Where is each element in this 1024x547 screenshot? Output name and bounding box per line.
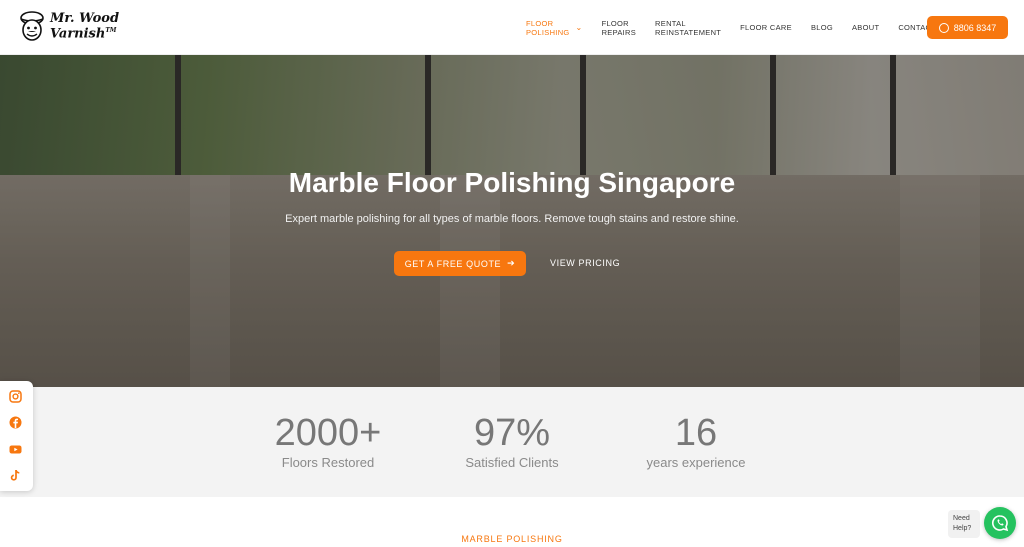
whatsapp-phone-button[interactable]: 8806 8347 — [927, 16, 1008, 39]
nav-item-label: FLOOR REPAIRS — [601, 18, 637, 37]
nav-blog[interactable]: BLOG — [811, 23, 833, 32]
trademark: TM — [105, 27, 117, 35]
stat-satisfied-clients: 97% Satisfied Clients — [422, 411, 602, 470]
get-free-quote-button[interactable]: GET A FREE QUOTE ➔ — [394, 251, 526, 276]
need-help-tooltip[interactable]: Need Help? — [948, 510, 980, 538]
hero-title: Marble Floor Polishing Singapore — [288, 167, 736, 198]
stat-years-experience: 16 years experience — [606, 411, 786, 470]
nav-item-label: BLOG — [810, 23, 833, 32]
whatsapp-icon — [992, 515, 1009, 532]
facebook-icon[interactable] — [9, 416, 22, 429]
youtube-icon[interactable] — [9, 443, 22, 456]
nav-floor-repairs[interactable]: FLOOR REPAIRS — [602, 19, 636, 37]
arrow-right-icon: ➔ — [507, 258, 516, 268]
stats-section: 2000+ Floors Restored 97% Satisfied Clie… — [0, 387, 1024, 497]
nav-floor-care[interactable]: FLOOR CARE — [740, 23, 792, 32]
whatsapp-icon — [938, 22, 949, 33]
section-eyebrow: MARBLE POLISHING — [461, 534, 563, 544]
whatsapp-chat-button[interactable] — [984, 507, 1016, 539]
nav-item-label: RENTAL REINSTATEMENT — [655, 18, 722, 37]
nav-rental-reinstatement[interactable]: RENTAL REINSTATEMENT — [655, 19, 721, 37]
nav-item-label: ABOUT — [851, 23, 880, 32]
hero-section: Marble Floor Polishing Singapore Expert … — [0, 55, 1024, 387]
need-help-line2: Help? — [953, 525, 972, 532]
chevron-down-icon: ⌄ — [575, 23, 583, 32]
stat-value: 2000+ — [274, 412, 382, 454]
main-nav: FLOOR POLISHING ⌄ FLOOR REPAIRS RENTAL R… — [526, 0, 968, 55]
stat-value: 16 — [674, 412, 718, 454]
brand-line2: Varnish — [50, 26, 106, 42]
stat-label: years experience — [646, 455, 746, 470]
brand-logo[interactable]: Mr. Wood VarnishTM — [18, 10, 119, 44]
mascot-icon — [18, 10, 46, 44]
nav-about[interactable]: ABOUT — [852, 23, 879, 32]
instagram-icon[interactable] — [9, 390, 22, 403]
stat-floors-restored: 2000+ Floors Restored — [238, 411, 418, 470]
site-header: Mr. Wood VarnishTM FLOOR POLISHING ⌄ FLO… — [0, 0, 1024, 55]
brand-line1: Mr. Wood — [50, 11, 120, 27]
stat-value: 97% — [473, 412, 551, 454]
quote-button-label: GET A FREE QUOTE — [404, 258, 502, 269]
nav-item-label: FLOOR CARE — [740, 23, 792, 32]
nav-floor-polishing[interactable]: FLOOR POLISHING ⌄ — [526, 19, 583, 37]
stat-label: Floors Restored — [281, 455, 375, 470]
phone-number: 8806 8347 — [953, 22, 997, 33]
hero-subtitle: Expert marble polishing for all types of… — [285, 213, 739, 225]
stat-label: Satisfied Clients — [465, 455, 559, 470]
brand-name: Mr. Wood VarnishTM — [50, 11, 120, 42]
view-pricing-link[interactable]: VIEW PRICING — [550, 258, 620, 268]
nav-item-label: FLOOR POLISHING — [526, 18, 570, 37]
tiktok-icon[interactable] — [9, 469, 22, 482]
social-sidebar — [0, 381, 33, 491]
need-help-line1: Need — [953, 515, 970, 522]
